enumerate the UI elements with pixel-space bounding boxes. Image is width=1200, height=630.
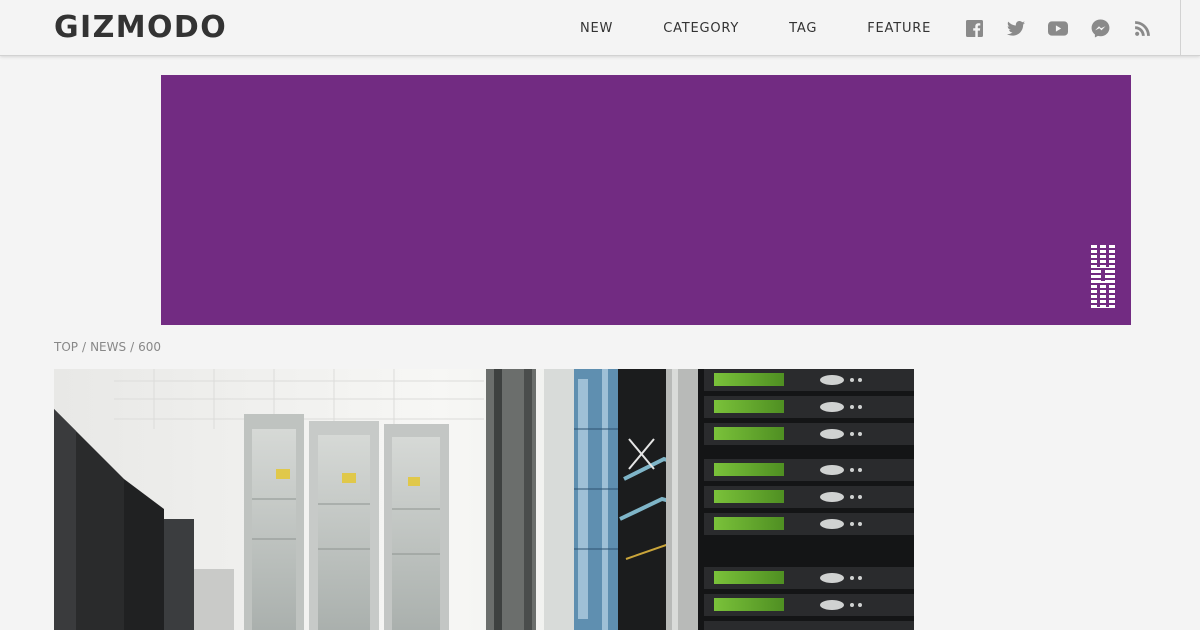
ad-banner[interactable]	[161, 75, 1131, 325]
nav-item-tag[interactable]: TAG	[789, 21, 817, 36]
youtube-icon[interactable]	[1048, 18, 1068, 38]
breadcrumb-current: 600	[138, 340, 162, 354]
facebook-icon[interactable]	[964, 18, 984, 38]
breadcrumb-separator: /	[130, 340, 135, 354]
header-divider	[1180, 0, 1181, 56]
nav-item-category[interactable]: CATEGORY	[663, 21, 739, 36]
ibm-logo	[1089, 243, 1117, 311]
social-links	[964, 0, 1152, 56]
nav-item-feature[interactable]: FEATURE	[867, 21, 931, 36]
hero-image	[54, 369, 914, 630]
breadcrumb-news[interactable]: NEWS	[90, 338, 126, 356]
breadcrumb-separator: /	[82, 340, 87, 354]
twitter-icon[interactable]	[1006, 18, 1026, 38]
messenger-icon[interactable]	[1090, 18, 1110, 38]
breadcrumb-top[interactable]: TOP	[54, 338, 78, 356]
breadcrumb: TOP / NEWS / 600	[54, 338, 161, 356]
rss-icon[interactable]	[1132, 18, 1152, 38]
site-header: GIZMODO NEW CATEGORY TAG FEATURE	[0, 0, 1200, 56]
nav-item-new[interactable]: NEW	[580, 21, 613, 36]
site-logo[interactable]: GIZMODO	[54, 9, 227, 47]
main-nav: NEW CATEGORY TAG FEATURE	[580, 0, 931, 56]
